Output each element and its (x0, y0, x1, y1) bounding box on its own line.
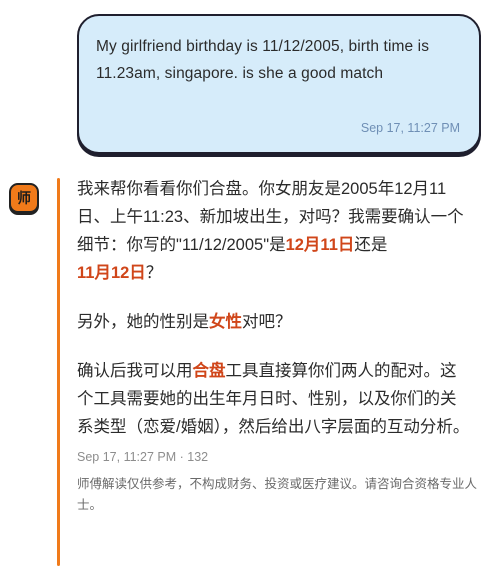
highlight-gender: 女性 (209, 313, 242, 331)
reply-paragraph-2: 另外，她的性别是女性对吧？ (77, 308, 472, 336)
highlight-date-nov-12: 11月12日 (77, 264, 146, 282)
reply-meta: Sep 17, 11:27 PM · 132 (77, 450, 209, 464)
assistant-avatar: 师 (9, 183, 39, 213)
assistant-accent-bar (57, 178, 60, 566)
reply-text: ？ (145, 264, 163, 282)
reply-text: 我来帮你看看你们合盘。你女朋友是2005年12月11日、上午11:23、新加坡出… (77, 180, 464, 254)
avatar-label: 师 (17, 190, 31, 206)
highlight-tool-name: 合盘 (192, 362, 226, 380)
user-message-bubble: My girlfriend birthday is 11/12/2005, bi… (77, 14, 481, 154)
disclaimer-text: 师傅解读仅供参考，不构成财务、投资或医疗建议。请咨询合资格专业人士。 (77, 477, 478, 512)
reply-paragraph-1: 我来帮你看看你们合盘。你女朋友是2005年12月11日、上午11:23、新加坡出… (77, 175, 472, 287)
reply-text: 另外，她的性别是 (77, 313, 209, 331)
highlight-date-dec-11: 12月11日 (285, 236, 355, 254)
reply-text: 还是 (354, 236, 388, 254)
user-message-timestamp: Sep 17, 11:27 PM (360, 121, 460, 135)
reply-text: 确认后我可以用 (77, 362, 193, 380)
user-message-text: My girlfriend birthday is 11/12/2005, bi… (96, 38, 430, 82)
assistant-message: 我来帮你看看你们合盘。你女朋友是2005年12月11日、上午11:23、新加坡出… (77, 175, 477, 516)
reply-text: 对吧？ (242, 313, 292, 331)
reply-paragraph-3: 确认后我可以用合盘工具直接算你们两人的配对。这个工具需要她的出生年月日时、性别，… (77, 357, 472, 441)
